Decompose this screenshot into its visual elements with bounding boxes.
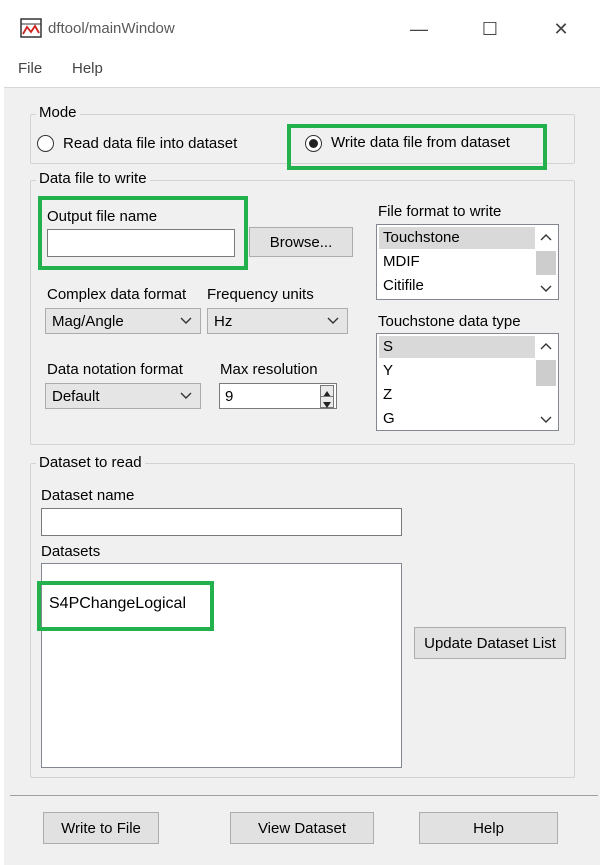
dataset-name-label: Dataset name bbox=[41, 487, 135, 504]
update-dataset-list-button[interactable]: Update Dataset List bbox=[414, 627, 566, 659]
notation-format-value: Default bbox=[52, 387, 100, 405]
max-resolution-value: 9 bbox=[225, 388, 234, 405]
spin-down-button[interactable] bbox=[320, 396, 334, 408]
touchstone-type-item[interactable]: Z bbox=[379, 384, 535, 406]
file-format-item[interactable]: Touchstone bbox=[379, 227, 535, 249]
chevron-up-icon bbox=[540, 343, 552, 350]
complex-format-select[interactable]: Mag/Angle bbox=[45, 308, 201, 334]
scroll-up-button[interactable] bbox=[536, 227, 556, 249]
app-icon bbox=[20, 18, 42, 38]
window-title: dftool/mainWindow bbox=[48, 20, 175, 37]
file-format-label: File format to write bbox=[378, 203, 502, 220]
frequency-units-select[interactable]: Hz bbox=[207, 308, 348, 334]
touchstone-type-item[interactable]: G bbox=[379, 408, 535, 430]
close-button[interactable]: ✕ bbox=[538, 12, 584, 46]
file-format-item[interactable]: MDIF bbox=[379, 251, 535, 273]
touchstone-type-list[interactable]: S Y Z G bbox=[376, 333, 559, 431]
minimize-icon: — bbox=[410, 18, 428, 39]
footer-separator bbox=[10, 795, 598, 796]
view-dataset-button[interactable]: View Dataset bbox=[230, 812, 374, 844]
scroll-down-button[interactable] bbox=[536, 277, 556, 299]
dataset-group-title: Dataset to read bbox=[36, 454, 145, 471]
browse-button[interactable]: Browse... bbox=[249, 227, 353, 257]
scrollbar-thumb[interactable] bbox=[536, 360, 556, 386]
touchstone-type-item[interactable]: Y bbox=[379, 360, 535, 382]
maximize-button[interactable]: ☐ bbox=[467, 12, 513, 46]
max-resolution-spinbox[interactable]: 9 bbox=[219, 383, 337, 409]
max-resolution-label: Max resolution bbox=[220, 361, 318, 378]
chevron-down-icon bbox=[180, 392, 192, 399]
scroll-down-button[interactable] bbox=[536, 408, 556, 430]
maximize-icon: ☐ bbox=[481, 18, 499, 39]
mode-group-title: Mode bbox=[36, 104, 80, 121]
write-to-file-button[interactable]: Write to File bbox=[43, 812, 159, 844]
scrollbar-thumb[interactable] bbox=[536, 251, 556, 275]
file-format-list[interactable]: Touchstone MDIF Citifile bbox=[376, 224, 559, 300]
scroll-up-button[interactable] bbox=[536, 336, 556, 358]
read-radio-label[interactable]: Read data file into dataset bbox=[63, 135, 237, 152]
highlight-dataset-item bbox=[37, 581, 214, 631]
chevron-up-icon bbox=[540, 234, 552, 241]
datasets-label: Datasets bbox=[41, 543, 101, 560]
frequency-units-value: Hz bbox=[214, 312, 233, 330]
file-format-item[interactable]: Citifile bbox=[379, 275, 535, 297]
menu-help[interactable]: Help bbox=[72, 60, 103, 77]
dataset-name-input[interactable] bbox=[41, 508, 402, 536]
notation-format-label: Data notation format bbox=[47, 361, 183, 378]
frequency-units-label: Frequency units bbox=[207, 286, 314, 303]
close-icon: ✕ bbox=[553, 18, 569, 39]
chevron-down-icon bbox=[540, 285, 552, 292]
chevron-down-icon bbox=[180, 317, 192, 324]
notation-format-select[interactable]: Default bbox=[45, 383, 201, 409]
complex-format-label: Complex data format bbox=[47, 286, 187, 303]
highlight-output-file bbox=[38, 196, 248, 270]
touchstone-type-label: Touchstone data type bbox=[378, 313, 521, 330]
highlight-write-option bbox=[287, 124, 547, 170]
minimize-button[interactable]: — bbox=[396, 12, 442, 46]
read-radio[interactable] bbox=[37, 135, 54, 152]
chevron-down-icon bbox=[540, 416, 552, 423]
triangle-down-icon bbox=[323, 402, 331, 408]
data-file-group-title: Data file to write bbox=[36, 170, 150, 187]
menu-file[interactable]: File bbox=[18, 60, 42, 77]
touchstone-type-item[interactable]: S bbox=[379, 336, 535, 358]
chevron-down-icon bbox=[327, 317, 339, 324]
complex-format-value: Mag/Angle bbox=[52, 312, 124, 330]
help-button[interactable]: Help bbox=[419, 812, 558, 844]
